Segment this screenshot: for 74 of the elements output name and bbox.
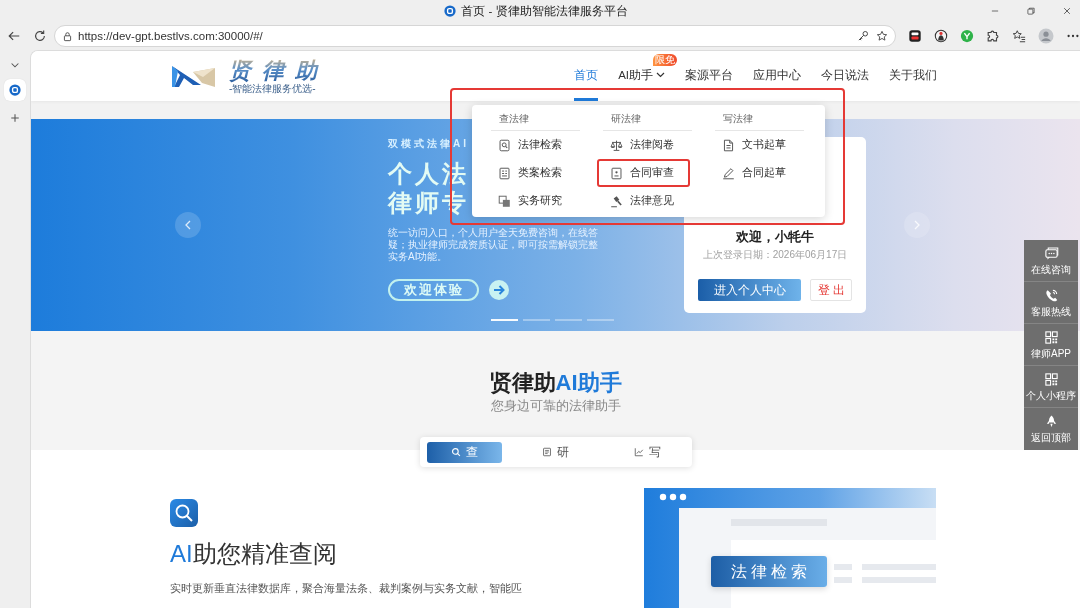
document-person-icon bbox=[610, 166, 623, 180]
side-tool-button[interactable]: 律师APP bbox=[1024, 324, 1078, 366]
document-icon bbox=[722, 138, 735, 152]
document-icon bbox=[542, 447, 552, 457]
menu-item[interactable]: 法律意见 bbox=[597, 187, 690, 215]
star-icon[interactable] bbox=[876, 30, 888, 42]
promo-label: 限免 bbox=[653, 54, 677, 66]
hero-text: 统一访问入口，个人用户全天免费咨询，在线答疑；执业律师完成资质认证，即可按需解锁完整实务AI功能。 bbox=[388, 227, 599, 263]
menu-heading: 研法律 bbox=[603, 105, 692, 131]
favicon-icon bbox=[9, 84, 21, 96]
logout-button[interactable]: 登出 bbox=[810, 279, 852, 301]
reload-icon[interactable] bbox=[33, 29, 47, 43]
logo-icon bbox=[169, 63, 217, 89]
qr-code-icon bbox=[1043, 371, 1059, 387]
window-title: 首页 - 贤律助智能法律服务平台 bbox=[461, 4, 628, 18]
restore-icon[interactable] bbox=[1026, 6, 1036, 16]
gavel-icon bbox=[610, 194, 623, 208]
favicon-icon bbox=[444, 5, 457, 17]
menu-item[interactable]: 合同起草 bbox=[709, 159, 802, 187]
chart-icon bbox=[633, 447, 644, 457]
search-icon bbox=[450, 447, 461, 457]
url-text: https://dev-gpt.bestlvs.com:30000/#/ bbox=[78, 29, 263, 43]
search-icon bbox=[170, 499, 198, 527]
menu-item[interactable]: 文书起草 bbox=[709, 131, 802, 159]
nav-link[interactable]: 今日说法 bbox=[821, 67, 869, 101]
menu-item[interactable]: 实务研究 bbox=[485, 187, 578, 215]
nav-link[interactable]: AI助手 bbox=[618, 67, 665, 101]
tab[interactable]: 写 bbox=[609, 441, 685, 463]
tab[interactable]: 研 bbox=[518, 441, 593, 463]
menu-heading: 写法律 bbox=[715, 105, 804, 131]
back-icon[interactable] bbox=[7, 29, 21, 43]
nav-link[interactable]: 案源平台 bbox=[685, 67, 733, 101]
qr-code-icon bbox=[1043, 329, 1059, 345]
side-tool-button[interactable]: 个人小程序 bbox=[1024, 366, 1078, 408]
nav-link[interactable]: 应用中心 bbox=[753, 67, 801, 101]
side-tool-button[interactable]: 在线咨询 bbox=[1024, 240, 1078, 282]
feature-heading: AI助您精准查阅 bbox=[170, 539, 337, 569]
scales-icon bbox=[610, 138, 623, 152]
chevron-right-icon bbox=[913, 220, 921, 230]
menu-heading: 查法律 bbox=[491, 105, 580, 131]
copy-icon bbox=[498, 194, 511, 208]
section-title: 贤律助AI助手 bbox=[489, 370, 622, 396]
logo-tagline: -智能法律服务优选- bbox=[229, 82, 316, 95]
side-tool-button[interactable]: 返回顶部 bbox=[1024, 408, 1078, 450]
menu-item[interactable]: 类案检索 bbox=[485, 159, 578, 187]
menu-item[interactable]: 合同审查 bbox=[597, 159, 690, 187]
feature-text: 实时更新垂直法律数据库，聚合海量法条、裁判案例与实务文献，智能匹 bbox=[170, 581, 522, 596]
arrow-right-icon[interactable] bbox=[489, 280, 509, 300]
welcome-text: 欢迎，小牦牛 bbox=[736, 229, 814, 245]
section-subtitle: 您身边可靠的法律助手 bbox=[490, 398, 621, 414]
extension-icon[interactable] bbox=[908, 29, 922, 43]
chevron-left-icon bbox=[184, 220, 192, 230]
side-tool-button[interactable]: 客服热线 bbox=[1024, 282, 1078, 324]
extension-icon[interactable] bbox=[934, 29, 948, 43]
menu-item[interactable]: 法律阅卷 bbox=[597, 131, 690, 159]
phone-icon bbox=[1043, 287, 1059, 303]
nav-link[interactable]: 关于我们 bbox=[889, 67, 937, 101]
illustration-label: 法律检索 bbox=[711, 556, 827, 587]
menu-item[interactable]: 法律检索 bbox=[485, 131, 578, 159]
close-icon[interactable] bbox=[1062, 6, 1072, 16]
last-login-text: 上次登录日期：2026年06月17日 bbox=[702, 248, 848, 261]
address-bar[interactable]: https://dev-gpt.bestlvs.com:30000/#/ bbox=[54, 25, 896, 47]
favorites-icon[interactable] bbox=[1012, 29, 1026, 43]
profile-icon[interactable] bbox=[1038, 28, 1054, 44]
puzzle-icon[interactable] bbox=[986, 29, 1000, 43]
search-document-icon bbox=[498, 138, 511, 152]
lock-icon[interactable] bbox=[62, 30, 73, 42]
plus-icon[interactable] bbox=[9, 112, 21, 124]
browser-tab[interactable] bbox=[4, 79, 26, 101]
key-icon[interactable] bbox=[857, 30, 869, 42]
personal-center-button[interactable]: 进入个人中心 bbox=[698, 279, 801, 301]
chat-icon bbox=[1043, 245, 1059, 261]
list-document-icon bbox=[498, 166, 511, 180]
pencil-icon bbox=[722, 166, 735, 180]
